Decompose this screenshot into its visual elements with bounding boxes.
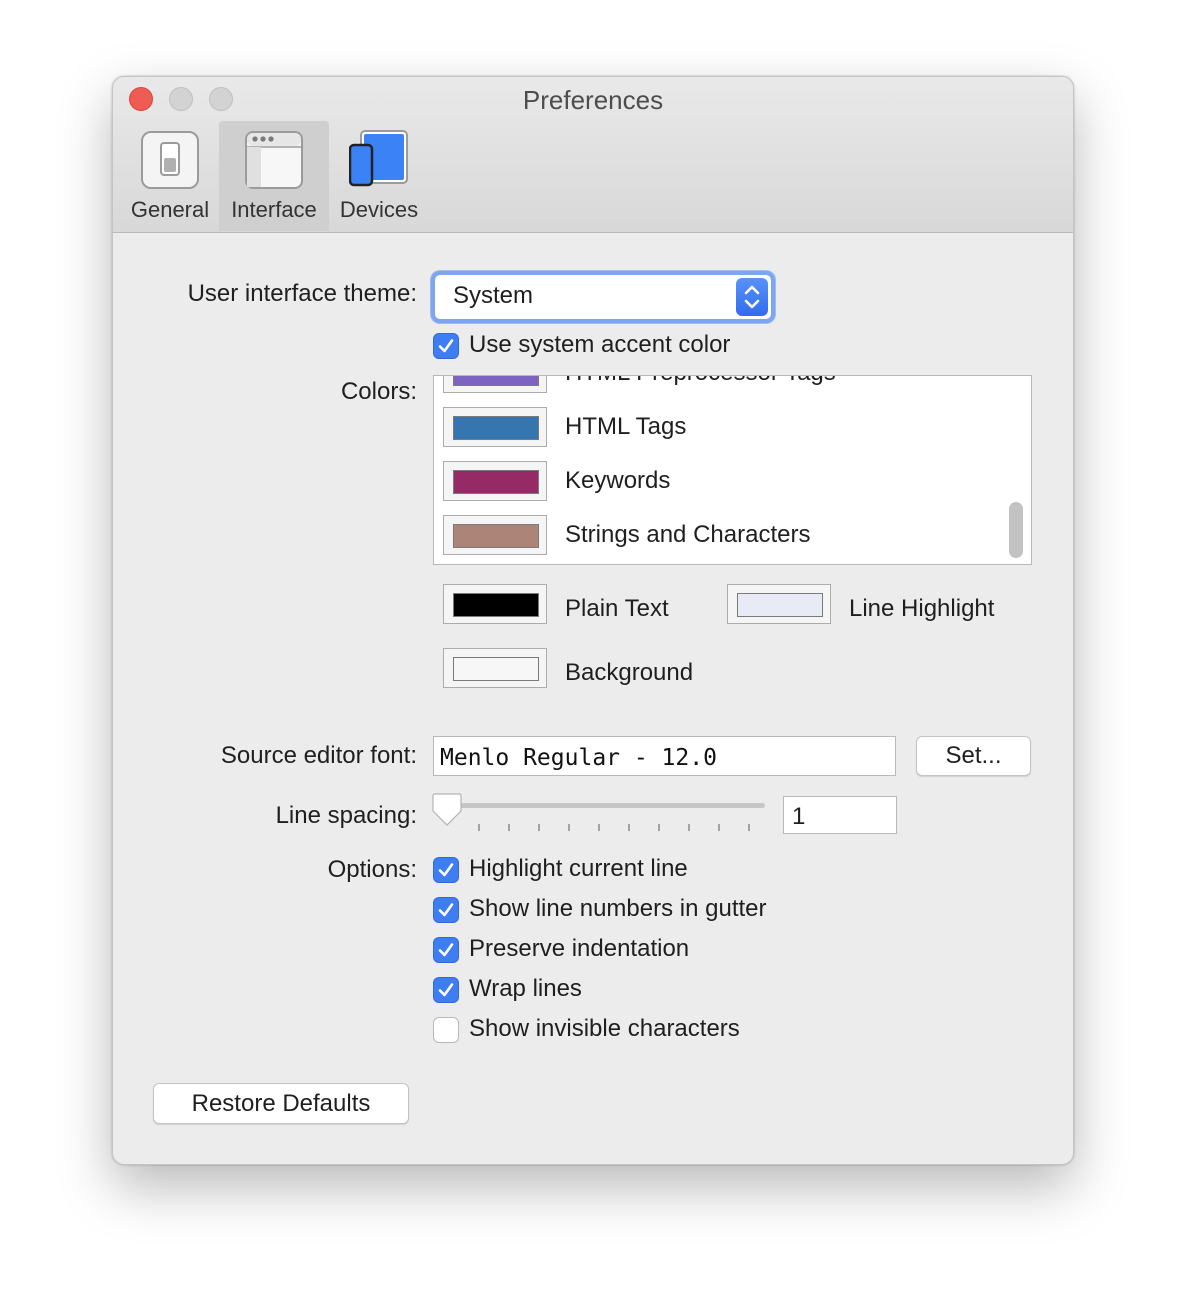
line-spacing-field[interactable]: 1: [783, 796, 897, 834]
checkmark-icon: [438, 983, 454, 997]
font-field: Menlo Regular - 12.0: [433, 736, 896, 776]
color-swatch: [453, 524, 539, 548]
option-label: Show invisible characters: [469, 1015, 740, 1042]
color-swatch-button[interactable]: [443, 461, 547, 501]
color-item-label: Strings and Characters: [565, 521, 811, 548]
devices-icon: [349, 130, 408, 187]
wrap-lines-checkbox[interactable]: [433, 977, 459, 1003]
toggle-switch-icon: [141, 131, 199, 189]
color-swatch: [453, 470, 539, 494]
option-label: Highlight current line: [469, 855, 688, 882]
show-invisibles-checkbox[interactable]: [433, 1017, 459, 1043]
color-swatch-button[interactable]: [443, 376, 547, 393]
colors-label: Colors:: [340, 378, 417, 405]
color-swatch: [453, 376, 539, 386]
color-list[interactable]: HTML Preprocessor Tags HTML Tags Keyword…: [433, 375, 1032, 565]
color-swatch: [453, 416, 539, 440]
checkmark-icon: [438, 863, 454, 877]
theme-select-value: System: [453, 282, 534, 309]
tab-interface[interactable]: Interface: [219, 121, 329, 231]
checkmark-icon: [438, 903, 454, 917]
checkmark-icon: [438, 943, 454, 957]
color-item-label: HTML Preprocessor Tags: [565, 376, 836, 387]
color-swatch-button[interactable]: [443, 515, 547, 555]
line-spacing-label: Line spacing:: [275, 802, 417, 829]
window-title: Preferences: [522, 85, 664, 115]
color-swatch: [737, 593, 823, 617]
color-item-label: HTML Tags: [565, 413, 687, 440]
set-font-button[interactable]: Set...: [916, 736, 1031, 776]
color-swatch: [453, 657, 539, 681]
tab-label: General: [130, 197, 210, 222]
line-numbers-checkbox[interactable]: [433, 897, 459, 923]
highlight-line-checkbox[interactable]: [433, 857, 459, 883]
background-label: Background: [565, 659, 694, 686]
accent-color-checkbox[interactable]: [433, 333, 459, 359]
list-item[interactable]: Keywords: [434, 454, 1004, 508]
tab-label: Devices: [339, 197, 419, 222]
option-label: Show line numbers in gutter: [469, 895, 767, 922]
option-label: Preserve indentation: [469, 935, 690, 962]
preferences-window: Preferences General Interface Devices Us…: [112, 76, 1074, 1165]
font-value: Menlo Regular - 12.0: [440, 745, 717, 771]
scrollbar-thumb[interactable]: [1009, 502, 1023, 558]
window-icon: [245, 131, 303, 189]
tab-devices[interactable]: Devices: [335, 121, 423, 231]
color-swatch: [453, 593, 539, 617]
line-highlight-color-button[interactable]: [727, 584, 831, 624]
list-item[interactable]: Strings and Characters: [434, 508, 1004, 562]
theme-label: User interface theme:: [187, 280, 417, 307]
list-item[interactable]: HTML Tags: [434, 400, 1004, 454]
line-spacing-value: 1: [792, 803, 806, 830]
theme-select[interactable]: System: [431, 271, 775, 323]
chevron-updown-icon: [736, 278, 768, 316]
tab-general[interactable]: General: [127, 121, 213, 231]
restore-defaults-button[interactable]: Restore Defaults: [153, 1083, 409, 1124]
options-label: Options:: [327, 856, 417, 883]
option-label: Wrap lines: [469, 975, 582, 1002]
color-item-label: Keywords: [565, 467, 671, 494]
checkmark-icon: [438, 339, 454, 353]
background-color-button[interactable]: [443, 648, 547, 688]
preserve-indentation-checkbox[interactable]: [433, 937, 459, 963]
font-label: Source editor font:: [220, 742, 417, 769]
titlebar: Preferences General Interface Devices: [113, 77, 1073, 233]
plain-text-color-button[interactable]: [443, 584, 547, 624]
line-highlight-label: Line Highlight: [849, 595, 995, 622]
color-swatch-button[interactable]: [443, 407, 547, 447]
list-item[interactable]: HTML Preprocessor Tags: [434, 376, 1004, 400]
tab-label: Interface: [231, 197, 317, 222]
accent-color-label: Use system accent color: [469, 331, 731, 358]
plain-text-label: Plain Text: [565, 595, 669, 622]
line-spacing-slider[interactable]: [429, 793, 769, 839]
